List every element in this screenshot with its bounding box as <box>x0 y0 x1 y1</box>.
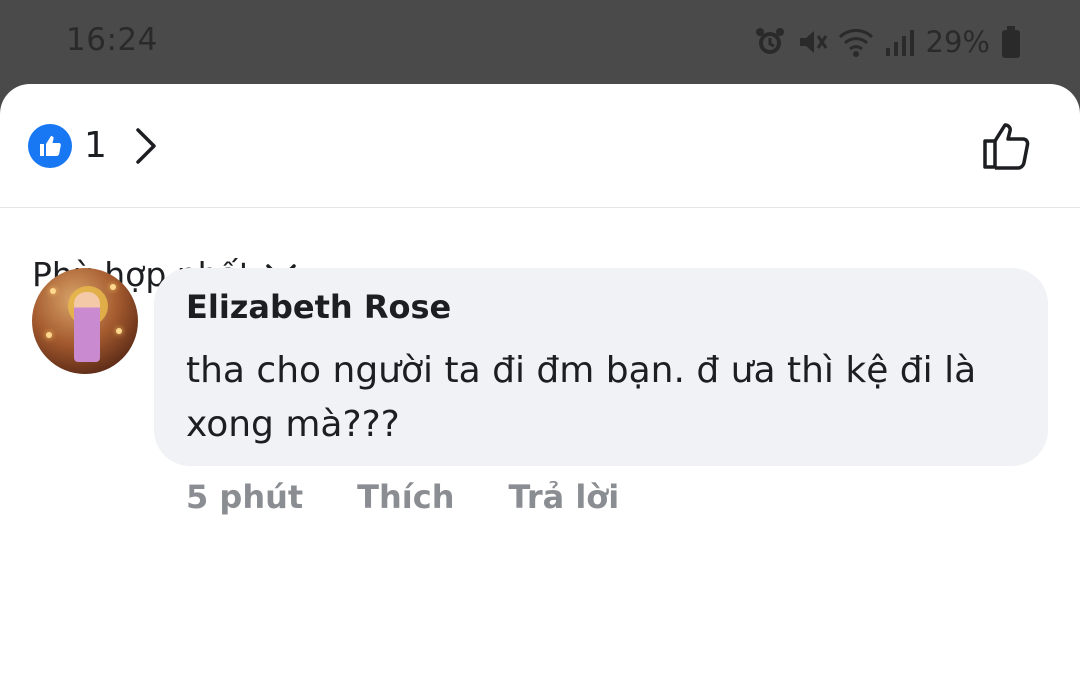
signal-icon <box>884 26 916 58</box>
avatar-detail <box>50 288 56 294</box>
comment-author[interactable]: Elizabeth Rose <box>186 288 451 326</box>
reply-button[interactable]: Trả lời <box>509 478 620 516</box>
like-comment-button[interactable]: Thích <box>357 478 454 516</box>
comment-actions: 5 phút Thích Trả lời <box>186 474 673 520</box>
comment-timestamp[interactable]: 5 phút <box>186 478 303 516</box>
like-reaction-icon <box>28 124 72 168</box>
reaction-count: 1 <box>84 125 107 166</box>
comment-bubble[interactable]: Elizabeth Rose tha cho người ta đi đm bạ… <box>154 268 1048 466</box>
avatar-detail <box>46 332 52 338</box>
status-time: 16:24 <box>66 22 158 58</box>
battery-icon <box>1000 25 1022 59</box>
status-icons: 29% <box>754 20 1022 64</box>
wifi-icon <box>838 26 874 58</box>
avatar-detail <box>116 328 122 334</box>
alarm-icon <box>754 26 786 58</box>
avatar-detail <box>110 284 116 290</box>
avatar[interactable] <box>32 268 138 374</box>
avatar-detail <box>74 292 100 362</box>
reaction-summary-row[interactable]: 1 <box>0 84 1080 208</box>
chevron-right-icon[interactable] <box>132 124 162 172</box>
comment-text: tha cho người ta đi đm bạn. đ ưa thì kệ … <box>186 350 977 445</box>
battery-percent: 29% <box>925 25 990 59</box>
like-button-icon[interactable] <box>980 116 1038 178</box>
status-bar: 16:24 29% <box>0 0 1080 84</box>
mute-icon <box>796 26 828 58</box>
